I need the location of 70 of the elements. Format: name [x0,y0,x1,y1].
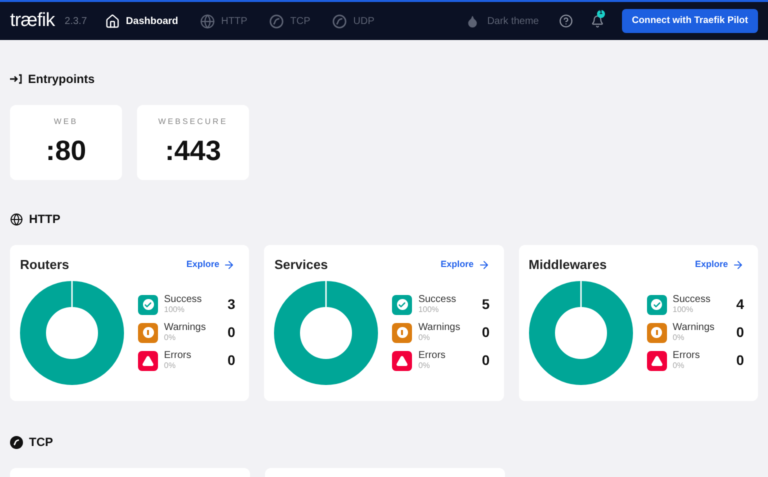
stat-count: 0 [228,323,236,342]
entrypoint-port: :443 [164,137,222,165]
entrypoint-name: WEBSECURE [158,116,228,128]
section-title: TCP [29,434,53,451]
nav-tab[interactable]: HTTP [200,14,248,28]
droplet-icon [466,14,480,28]
exclamation-badge-icon [392,322,412,342]
stat-count: 3 [228,295,236,314]
stat-label: Success [164,295,203,305]
nav-tab[interactable]: Dashboard [104,14,178,28]
slashed-circle-icon [269,14,284,28]
stat-label: Errors [672,351,701,361]
explore-link[interactable]: Explore [440,258,490,272]
arrow-right-icon [478,258,490,271]
arrow-right-icon [223,258,236,271]
stat-label: Warnings [672,323,716,333]
warning-triangle-badge-icon [138,350,158,370]
stat-percent: 0% [164,362,177,370]
stat-percent: 100% [418,306,440,314]
logo[interactable]: træfik [10,6,55,36]
stat-count: 0 [482,323,490,342]
stat-percent: 0% [672,362,686,370]
globe-icon [10,212,23,226]
card-title: Routers [20,256,70,274]
stat-count: 4 [736,295,744,314]
stat-count: 0 [736,323,744,342]
section-title: Entrypoints [28,71,95,88]
version-label: 2.3.7 [64,14,87,28]
stat-percent: 100% [672,306,694,314]
theme-toggle[interactable]: Dark theme [466,14,539,28]
home-icon [104,14,120,28]
exclamation-badge-icon [138,322,158,342]
warning-triangle-badge-icon [646,350,667,370]
check-badge-icon [392,294,412,314]
stat-percent: 100% [164,306,186,314]
stat-count: 5 [482,295,490,314]
entrypoint-name: WEB [54,116,78,128]
nav-tab[interactable]: TCP [269,14,310,28]
stat-label: Warnings [418,323,462,333]
card-title: Services [274,256,328,274]
stat-percent: 0% [418,362,431,370]
slashed-circle-icon [10,436,23,448]
stat-count: 0 [482,351,490,370]
stat-label: Warnings [164,323,207,333]
exclamation-badge-icon [646,322,667,342]
entrypoint-port: :80 [46,137,86,165]
check-badge-icon [138,294,158,314]
card-title: Middlewares [528,256,607,274]
stat-percent: 0% [164,334,177,342]
stat-count: 0 [736,351,744,370]
stat-label: Success [418,295,458,305]
stat-label: Errors [418,351,447,361]
arrow-right-icon [732,258,744,271]
warning-triangle-badge-icon [392,350,412,370]
connect-pilot-button[interactable]: Connect with Traefik Pilot [622,9,758,33]
explore-link[interactable]: Explore [694,258,744,272]
stat-label: Success [672,295,712,305]
globe-icon [200,14,216,28]
stat-percent: 0% [672,334,686,342]
notification-bell-icon[interactable] [590,14,604,28]
help-icon[interactable] [558,14,573,28]
check-badge-icon [646,294,667,314]
enter-icon [10,74,22,84]
slashed-circle-icon [332,14,348,28]
stat-count: 0 [228,351,236,370]
explore-link[interactable]: Explore [186,258,236,272]
nav-tab[interactable]: UDP [332,14,374,28]
stat-percent: 0% [418,334,431,342]
stat-label: Errors [164,351,192,361]
section-title: HTTP [29,211,60,228]
